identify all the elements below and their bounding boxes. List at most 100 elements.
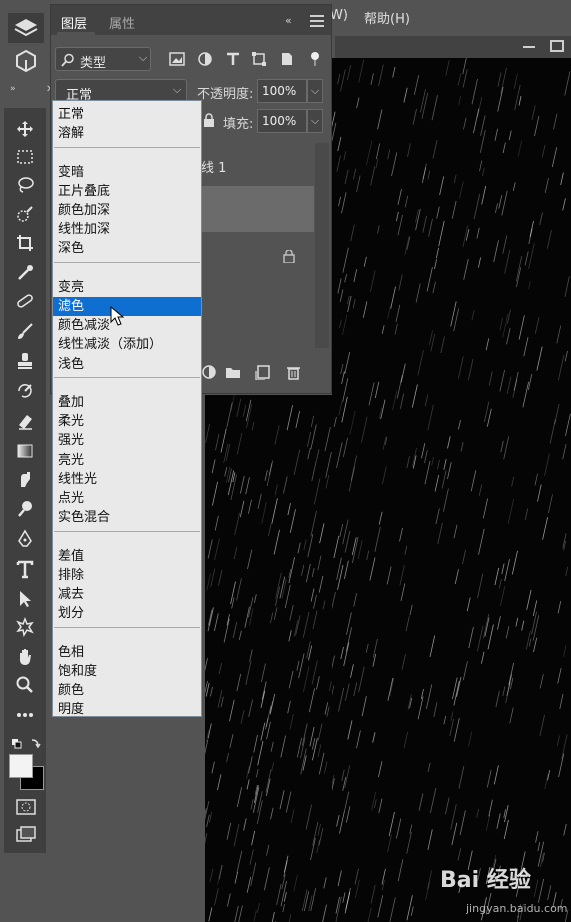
watermark-logo: Bai 经验: [440, 868, 531, 893]
opacity-input[interactable]: 100%: [257, 79, 307, 103]
bandage-icon: [17, 294, 33, 308]
pen-icon: [18, 529, 32, 547]
marquee-tool[interactable]: [11, 146, 39, 168]
quick-mask-icon[interactable]: [16, 798, 36, 816]
blend-mode-option[interactable]: 叠加: [53, 393, 201, 412]
smudge-tool[interactable]: [11, 468, 39, 490]
opacity-dropdown-icon[interactable]: ⌵: [307, 79, 323, 103]
type-tool[interactable]: [11, 558, 39, 580]
blend-mode-option[interactable]: 差值: [53, 547, 201, 566]
blend-mode-option[interactable]: 变暗: [53, 163, 201, 182]
blend-mode-option[interactable]: 柔光: [53, 412, 201, 431]
history-brush-tool[interactable]: [11, 380, 39, 402]
libraries-panel-button[interactable]: [8, 46, 44, 74]
type-icon: [16, 560, 34, 579]
lock-all-icon[interactable]: [203, 113, 215, 127]
brush-tool[interactable]: [11, 320, 39, 342]
new-layer-icon[interactable]: [255, 364, 271, 380]
custom-shape-tool[interactable]: [11, 616, 39, 638]
blend-mode-option[interactable]: 明度: [53, 700, 201, 719]
blend-mode-option[interactable]: 溶解: [53, 124, 201, 143]
dodge-tool[interactable]: [11, 498, 39, 520]
move-tool[interactable]: [11, 118, 39, 140]
blend-mode-option[interactable]: 亮光: [53, 451, 201, 470]
healing-brush-tool[interactable]: [11, 290, 39, 312]
crop-tool[interactable]: [11, 232, 39, 254]
blend-mode-option[interactable]: 深色: [53, 239, 201, 258]
blend-mode-option[interactable]: 色相: [53, 643, 201, 662]
zoom-tool[interactable]: [11, 674, 39, 696]
foreground-color-swatch[interactable]: [9, 754, 33, 778]
blend-mode-option[interactable]: 滤色: [53, 297, 201, 316]
trash-icon[interactable]: [285, 364, 301, 380]
blend-mode-option[interactable]: 变亮: [53, 278, 201, 297]
eyedropper-tool[interactable]: [11, 262, 39, 284]
filter-toggle-icon[interactable]: [307, 51, 323, 67]
layer-row-selected[interactable]: [201, 186, 314, 232]
shape-filter-icon[interactable]: [251, 51, 267, 67]
tab-layers[interactable]: 图层: [61, 13, 87, 32]
panel-footer: [201, 357, 329, 387]
pixel-filter-icon[interactable]: [169, 51, 185, 67]
blend-mode-option[interactable]: 实色混合: [53, 508, 201, 527]
collapse-panel-icon[interactable]: «: [285, 14, 292, 27]
blend-mode-option[interactable]: 正片叠底: [53, 182, 201, 201]
hand-tool[interactable]: [11, 646, 39, 668]
tab-properties[interactable]: 属性: [109, 13, 135, 32]
blend-mode-option[interactable]: 线性加深: [53, 220, 201, 239]
layer-row-background[interactable]: [201, 233, 314, 279]
path-selection-tool[interactable]: [11, 588, 39, 610]
move-icon: [17, 121, 33, 137]
minimize-icon[interactable]: [523, 46, 535, 48]
menu-separator: [54, 627, 200, 628]
search-icon: [61, 53, 74, 67]
default-colors-icon[interactable]: [12, 736, 42, 755]
blend-mode-option[interactable]: 浅色: [53, 355, 201, 374]
pen-tool[interactable]: [11, 528, 39, 550]
panel-tab-bar: 图层 属性 «: [51, 5, 331, 35]
panel-scrollbar[interactable]: [315, 143, 329, 348]
blend-mode-option[interactable]: 点光: [53, 489, 201, 508]
screen-mode-icon[interactable]: [16, 826, 36, 844]
blend-mode-option[interactable]: 减去: [53, 585, 201, 604]
toolbar-collapse-icon[interactable]: »: [10, 84, 16, 94]
menu-item-window-partial[interactable]: W): [330, 8, 348, 23]
chevron-down-icon: ⌵: [139, 51, 148, 64]
more-tools[interactable]: [11, 704, 39, 726]
smart-object-filter-icon[interactable]: [279, 51, 295, 67]
document-canvas-lower[interactable]: [205, 395, 332, 922]
document-canvas[interactable]: [332, 58, 571, 922]
blend-mode-option[interactable]: 颜色加深: [53, 201, 201, 220]
blend-mode-option[interactable]: 强光: [53, 431, 201, 450]
layer-filter-select[interactable]: 类型 ⌵: [55, 47, 151, 71]
blend-mode-option[interactable]: 颜色减淡: [53, 316, 201, 335]
fill-dropdown-icon[interactable]: ⌵: [307, 109, 323, 133]
maximize-icon[interactable]: [550, 40, 564, 52]
ellipsis-icon: [17, 713, 33, 717]
arrow-pointer-icon: [20, 591, 31, 607]
layer-name[interactable]: 线 1: [201, 157, 226, 176]
gradient-tool[interactable]: [11, 440, 39, 462]
folder-icon[interactable]: [225, 364, 241, 380]
blend-mode-dropdown: 正常 溶解变暗 正片叠底 颜色加深 线性加深 深色变亮 滤色 颜色减淡 线性减淡（添加） 浅色叠加…: [52, 100, 202, 717]
crop-icon: [17, 235, 33, 251]
blend-mode-option[interactable]: 正常: [53, 105, 201, 124]
blend-mode-option[interactable]: 颜色: [53, 681, 201, 700]
eraser-tool[interactable]: [11, 410, 39, 432]
blend-mode-option[interactable]: 排除: [53, 566, 201, 585]
menu-item-help[interactable]: 帮助(H): [364, 8, 410, 27]
blend-mode-option[interactable]: 线性减淡（添加）: [53, 335, 201, 354]
adjustment-filter-icon[interactable]: [197, 51, 213, 67]
blend-mode-option[interactable]: 线性光: [53, 470, 201, 489]
opacity-value: 100%: [262, 84, 297, 98]
quick-selection-tool[interactable]: [11, 204, 39, 226]
type-filter-icon[interactable]: [225, 51, 241, 67]
layers-panel-button[interactable]: [8, 13, 44, 43]
stamp-tool[interactable]: [11, 350, 39, 372]
lasso-tool[interactable]: [11, 174, 39, 196]
adjustment-layer-icon[interactable]: [201, 364, 217, 380]
fill-input[interactable]: 100%: [257, 109, 307, 133]
blend-mode-option[interactable]: 划分: [53, 604, 201, 623]
blend-mode-option[interactable]: 饱和度: [53, 662, 201, 681]
panel-menu-icon[interactable]: [310, 15, 324, 30]
